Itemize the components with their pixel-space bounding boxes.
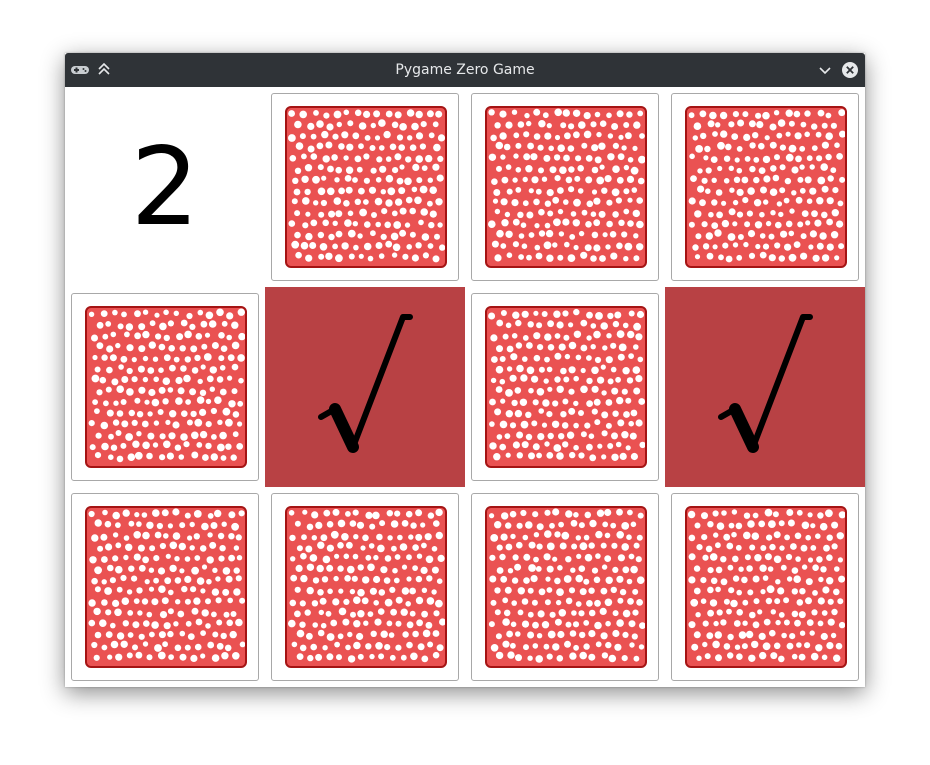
matched-card-face [265, 287, 465, 487]
card-back-pattern [485, 306, 647, 468]
card-back-pattern [685, 106, 847, 268]
card-back-pattern [485, 506, 647, 668]
hidden-card[interactable] [465, 487, 665, 687]
checkmark-icon [318, 314, 413, 453]
chevron-down-icon[interactable] [816, 61, 834, 79]
hidden-card[interactable] [665, 487, 865, 687]
game-board: 2 [65, 87, 865, 687]
hidden-card[interactable] [65, 487, 265, 687]
hidden-card[interactable] [65, 287, 265, 487]
match-counter: 2 [130, 124, 200, 250]
card-frame [671, 93, 859, 281]
card-back-pattern [485, 106, 647, 268]
card-back-pattern [285, 506, 447, 668]
hidden-card[interactable] [465, 287, 665, 487]
card-frame [271, 93, 459, 281]
window-title: Pygame Zero Game [395, 62, 535, 78]
title-bar[interactable]: Pygame Zero Game [65, 53, 865, 87]
checkmark-icon [718, 314, 813, 453]
hidden-card[interactable] [265, 487, 465, 687]
card-back-pattern [85, 506, 247, 668]
card-back-pattern [285, 106, 447, 268]
hidden-card[interactable] [265, 87, 465, 287]
matched-card[interactable] [665, 287, 865, 487]
game-window: Pygame Zero Game 2 [65, 53, 865, 687]
card-back-pattern [685, 506, 847, 668]
hidden-card[interactable] [465, 87, 665, 287]
card-frame [471, 93, 659, 281]
card-frame [671, 493, 859, 681]
matched-card-face [665, 287, 865, 487]
card-frame [271, 493, 459, 681]
matched-card[interactable] [265, 287, 465, 487]
counter-cell: 2 [65, 87, 265, 287]
close-icon[interactable] [841, 61, 859, 79]
hidden-card[interactable] [665, 87, 865, 287]
card-frame [471, 493, 659, 681]
card-frame [71, 293, 259, 481]
card-frame [71, 493, 259, 681]
card-back-pattern [85, 306, 247, 468]
card-frame [471, 293, 659, 481]
